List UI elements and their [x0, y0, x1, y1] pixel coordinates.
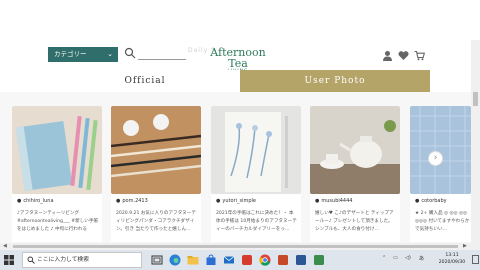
file-explorer-icon[interactable]: [186, 253, 200, 267]
chevron-down-icon: ⌄: [107, 50, 113, 58]
word-icon[interactable]: [294, 253, 308, 267]
photo-floral-diary: [211, 106, 301, 194]
photo-card[interactable]: cotorbaby ★ 2+ 購入品 ◎ ◎◎ ◎◎ ◎◎◎ 付いてますやわらか…: [410, 106, 471, 242]
card-caption: ♪アフタヌーンティーリビング #afternoontealiving___ #新…: [17, 211, 99, 232]
card-caption: 2021年の手帳はこれに決めた！・ 本体の手帳は 10月始まりのアフタヌーティー…: [216, 211, 297, 232]
heart-icon[interactable]: [398, 50, 409, 61]
task-view-icon[interactable]: [150, 253, 164, 267]
photo-card[interactable]: pom.2413 2020.9.21 お気に入りのアフタヌーティリビングパンダ・…: [111, 106, 201, 242]
photo-teapot-set: [310, 106, 400, 194]
search-input[interactable]: [138, 59, 186, 60]
card-username[interactable]: musubi4444: [315, 198, 352, 204]
clock-time: 13:11: [445, 253, 459, 258]
scroll-right-arrow[interactable]: ▶: [463, 243, 467, 249]
tab-user-photo[interactable]: User Photo: [240, 70, 430, 92]
category-label: カテゴリー: [54, 50, 87, 58]
card-caption: 嬉しい♥ こ♪のデザートと ティップアールー♪ プレゼントして頂きました。シンプ…: [315, 211, 394, 232]
photo-card[interactable]: yutori_simple 2021年の手帳はこれに決めた！・ 本体の手帳は 1…: [211, 106, 301, 242]
notification-icon[interactable]: [472, 255, 479, 264]
card-username[interactable]: cotorbaby: [415, 198, 446, 204]
taskbar-search-box[interactable]: ここに入力して検索: [22, 252, 142, 268]
chrome-icon[interactable]: [258, 253, 272, 267]
photo-notebook-pens: [12, 106, 102, 194]
taskbar-clock[interactable]: 13:11 2020/09/30: [432, 252, 472, 266]
tray-volume-icon[interactable]: ◁): [405, 255, 411, 261]
tray-ime-indicator[interactable]: あ: [419, 255, 424, 262]
clock-date: 2020/09/30: [438, 260, 466, 265]
card-caption: ★ 2+ 購入品 ◎ ◎◎ ◎◎ ◎◎◎ 付いてますやわらかで気持ちいい… #a…: [415, 211, 470, 232]
carousel-next-button[interactable]: ›: [428, 151, 443, 166]
tab-official[interactable]: Official: [50, 70, 240, 92]
photo-blue-quilt: [410, 106, 471, 194]
card-username[interactable]: chihiro_luna: [17, 198, 53, 204]
app-icon-red[interactable]: [240, 253, 254, 267]
card-username[interactable]: pom.2413: [116, 198, 147, 204]
horizontal-scroll-thumb[interactable]: [13, 245, 458, 248]
card-username[interactable]: yutori_simple: [216, 198, 256, 204]
search-icon[interactable]: [124, 47, 136, 59]
category-dropdown[interactable]: カテゴリー ⌄: [48, 47, 118, 62]
powerpoint-icon[interactable]: [276, 253, 290, 267]
mail-icon[interactable]: [222, 253, 236, 267]
windows-start-icon[interactable]: [4, 255, 14, 265]
photo-card[interactable]: musubi4444 嬉しい♥ こ♪のデザートと ティップアールー♪ プレゼント…: [310, 106, 400, 242]
app-icon-green[interactable]: [312, 253, 326, 267]
vertical-scroll-thumb[interactable]: [473, 92, 478, 106]
tray-network-icon[interactable]: ▭: [393, 255, 398, 261]
photo-chopsticks: [111, 106, 201, 194]
tray-chevron-up-icon[interactable]: ⌃: [382, 255, 386, 261]
cart-icon[interactable]: [414, 50, 425, 61]
user-icon[interactable]: [382, 50, 393, 61]
taskbar-search-placeholder: ここに入力して検索: [37, 257, 89, 263]
chevron-right-icon: ›: [433, 153, 438, 163]
card-caption: 2020.9.21 お気に入りのアフタヌーティリビングパンダ・コアラクチダザイン…: [116, 211, 196, 232]
photo-card[interactable]: chihiro_luna ♪アフタヌーンティーリビング #afternoonte…: [12, 106, 102, 242]
search-icon: [27, 256, 35, 264]
edge-icon[interactable]: [168, 253, 182, 267]
scroll-left-arrow[interactable]: ◀: [3, 243, 7, 249]
logo-main: Afternoon Tea: [210, 46, 266, 70]
store-icon[interactable]: [204, 253, 218, 267]
top-blank-area: [0, 0, 480, 40]
vertical-scrollbar[interactable]: [471, 40, 480, 250]
